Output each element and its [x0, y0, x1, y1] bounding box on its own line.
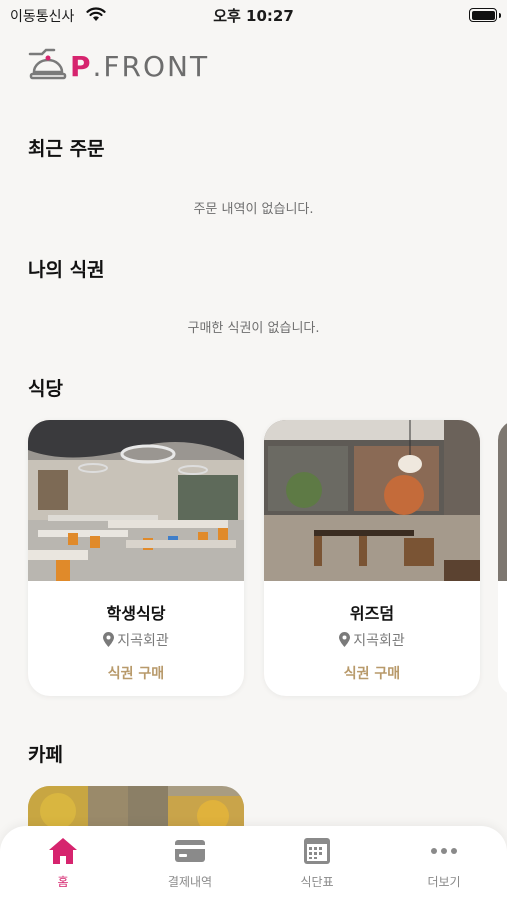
tab-label: 식단표 — [300, 875, 334, 889]
bell-service-icon — [28, 48, 67, 80]
status-time: 오후 10:27 — [213, 7, 294, 25]
tab-label: 홈 — [57, 875, 69, 889]
buy-ticket-button[interactable]: 식권 구매 — [264, 663, 480, 683]
restaurants-title: 식당 — [28, 378, 63, 400]
bottom-tab-bar: 홈 결제내역 식단표 더보기 — [0, 826, 507, 900]
restaurant-location: 지곡회관 — [28, 630, 244, 650]
restaurant-location: 지곡회관 — [264, 630, 480, 650]
status-bar: 이동통신사 오후 10:27 — [0, 0, 507, 30]
tab-home[interactable]: 홈 — [0, 826, 126, 900]
location-pin-icon — [103, 632, 115, 647]
home-icon — [47, 836, 79, 866]
my-tickets-title: 나의 식권 — [28, 259, 105, 281]
battery-icon — [469, 8, 501, 22]
restaurant-name: 학생식당 — [106, 604, 166, 623]
card-icon — [174, 836, 206, 866]
calendar-icon — [301, 836, 333, 866]
location-label: 지곡회관 — [353, 633, 405, 649]
restaurant-card-wisdom[interactable]: 위즈덤 지곡회관 식권 구매 — [264, 420, 480, 696]
more-icon — [428, 836, 460, 866]
recent-orders-title: 최근 주문 — [28, 138, 105, 160]
tab-payments[interactable]: 결제내역 — [127, 826, 253, 900]
restaurant-photo — [264, 420, 480, 581]
tab-label: 더보기 — [427, 875, 461, 889]
restaurant-photo — [28, 420, 244, 581]
cafe-title: 카페 — [28, 744, 63, 766]
logo-p: P — [70, 50, 93, 83]
restaurant-name: 위즈덤 — [349, 604, 395, 623]
recent-orders-empty: 주문 내역이 없습니다. — [193, 202, 314, 217]
tab-label: 결제내역 — [167, 875, 213, 889]
restaurant-card-next[interactable] — [498, 420, 507, 696]
tab-more[interactable]: 더보기 — [381, 826, 507, 900]
tab-menu[interactable]: 식단표 — [254, 826, 380, 900]
logo-front: .FRONT — [92, 50, 210, 83]
location-label: 지곡회관 — [117, 633, 169, 649]
buy-ticket-button[interactable]: 식권 구매 — [28, 663, 244, 683]
location-pin-icon — [339, 632, 351, 647]
my-tickets-empty: 구매한 식권이 없습니다. — [187, 321, 320, 336]
restaurant-card-student[interactable]: 학생식당 지곡회관 식권 구매 — [28, 420, 244, 696]
app-logo: P.FRONT — [28, 44, 218, 88]
